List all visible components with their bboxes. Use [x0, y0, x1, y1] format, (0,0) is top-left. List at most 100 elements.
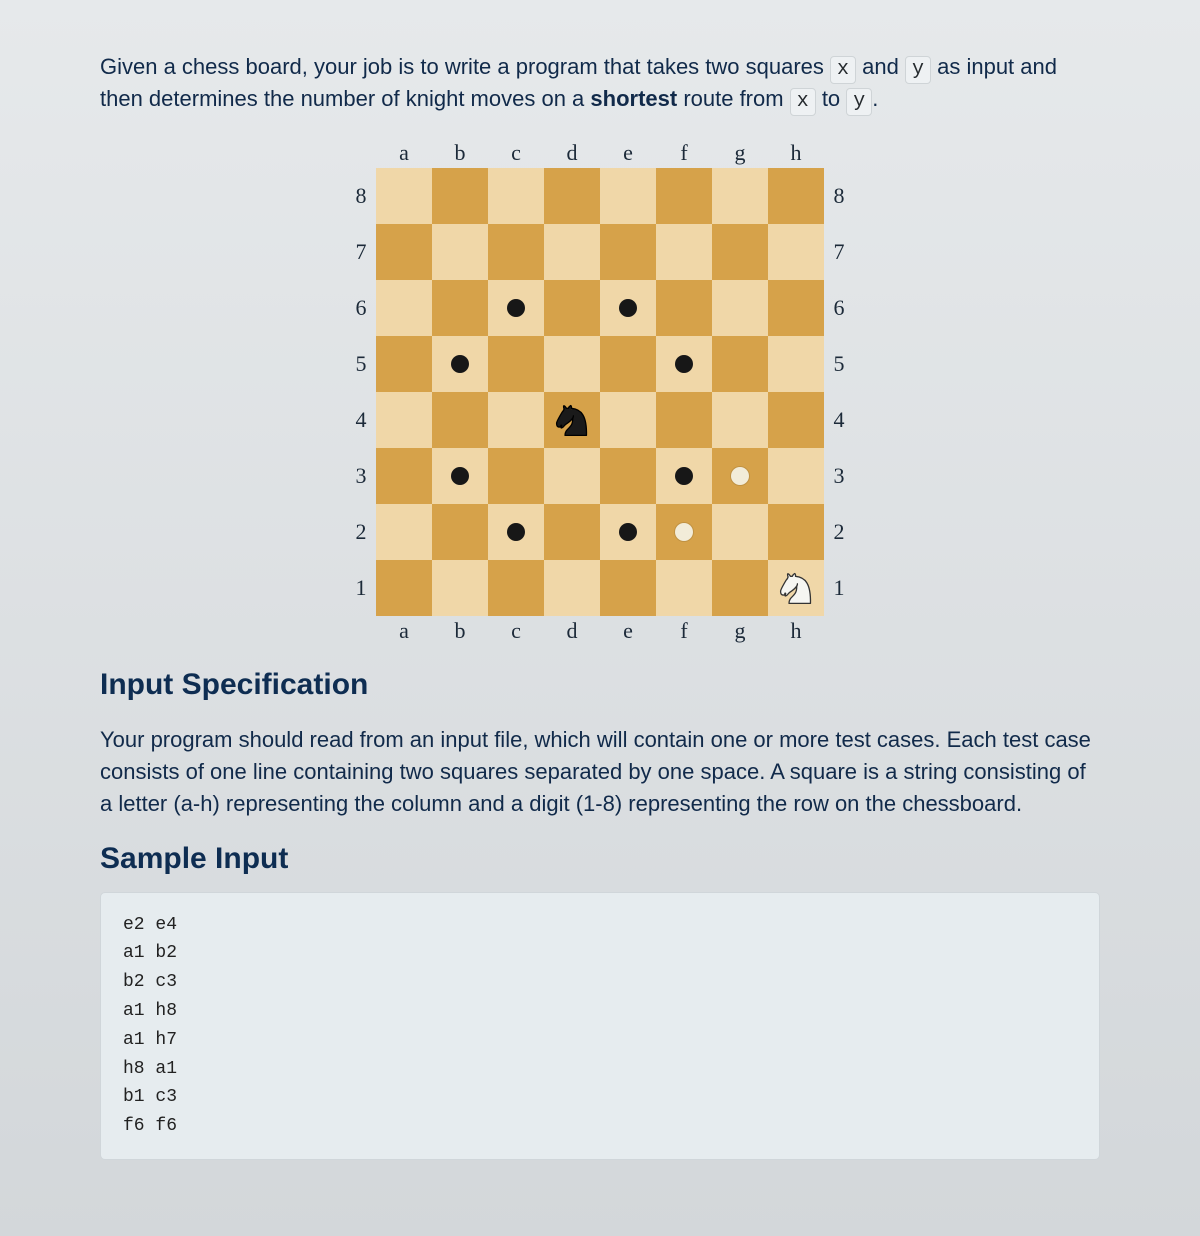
- square-c8: [488, 168, 544, 224]
- square-e7: [600, 224, 656, 280]
- move-dot: [451, 467, 469, 485]
- move-dot: [451, 355, 469, 373]
- rank-label-right: 1: [834, 575, 845, 601]
- rank-label-right: 2: [834, 519, 845, 545]
- square-c5: [488, 336, 544, 392]
- rank-label-right: 3: [834, 463, 845, 489]
- file-label-bottom: e: [623, 618, 633, 644]
- square-b2: [432, 504, 488, 560]
- square-b5: [432, 336, 488, 392]
- rank-label-left: 3: [356, 463, 367, 489]
- square-h2: [768, 504, 824, 560]
- square-e3: [600, 448, 656, 504]
- problem-page: Given a chess board, your job is to writ…: [0, 0, 1200, 1236]
- intro-paragraph: Given a chess board, your job is to writ…: [100, 52, 1100, 116]
- square-h8: [768, 168, 824, 224]
- square-c3: [488, 448, 544, 504]
- rank-label-left: 6: [356, 295, 367, 321]
- file-label-top: h: [791, 140, 802, 166]
- square-g5: [712, 336, 768, 392]
- square-g7: [712, 224, 768, 280]
- square-g6: [712, 280, 768, 336]
- file-label-top: f: [680, 140, 687, 166]
- move-dot: [675, 355, 693, 373]
- square-f3: [656, 448, 712, 504]
- square-f2: [656, 504, 712, 560]
- move-dot: [619, 299, 637, 317]
- file-label-top: d: [567, 140, 578, 166]
- intro-text: and: [856, 54, 905, 79]
- square-a3: [376, 448, 432, 504]
- square-a8: [376, 168, 432, 224]
- square-b7: [432, 224, 488, 280]
- file-label-top: c: [511, 140, 521, 166]
- file-label-bottom: a: [399, 618, 409, 644]
- square-e2: [600, 504, 656, 560]
- square-g2: [712, 504, 768, 560]
- file-label-top: b: [455, 140, 466, 166]
- square-c1: [488, 560, 544, 616]
- square-d2: [544, 504, 600, 560]
- square-g3: [712, 448, 768, 504]
- square-e6: [600, 280, 656, 336]
- file-label-bottom: d: [567, 618, 578, 644]
- file-label-bottom: g: [735, 618, 746, 644]
- square-c2: [488, 504, 544, 560]
- rank-label-left: 1: [356, 575, 367, 601]
- intro-text: Given a chess board, your job is to writ…: [100, 54, 830, 79]
- square-g8: [712, 168, 768, 224]
- square-f5: [656, 336, 712, 392]
- file-label-bottom: h: [791, 618, 802, 644]
- square-d5: [544, 336, 600, 392]
- square-b3: [432, 448, 488, 504]
- intro-text: route from: [677, 86, 789, 111]
- square-e4: [600, 392, 656, 448]
- intro-bold: shortest: [590, 86, 677, 111]
- sample-input-block: e2 e4 a1 b2 b2 c3 a1 h8 a1 h7 h8 a1 b1 c…: [100, 892, 1100, 1160]
- square-a5: [376, 336, 432, 392]
- rank-label-right: 8: [834, 183, 845, 209]
- square-b8: [432, 168, 488, 224]
- square-b4: [432, 392, 488, 448]
- square-h7: [768, 224, 824, 280]
- square-h6: [768, 280, 824, 336]
- code-x: x: [830, 56, 856, 84]
- square-h1: [768, 560, 824, 616]
- rank-label-left: 4: [356, 407, 367, 433]
- square-d3: [544, 448, 600, 504]
- file-label-bottom: b: [455, 618, 466, 644]
- code-y: y: [905, 56, 931, 84]
- square-g1: [712, 560, 768, 616]
- move-dot: [507, 299, 525, 317]
- rank-label-left: 7: [356, 239, 367, 265]
- input-spec-text: Your program should read from an input f…: [100, 724, 1100, 820]
- file-label-bottom: c: [511, 618, 521, 644]
- square-d7: [544, 224, 600, 280]
- square-d4: [544, 392, 600, 448]
- square-g4: [712, 392, 768, 448]
- square-a1: [376, 560, 432, 616]
- square-f7: [656, 224, 712, 280]
- file-label-top: e: [623, 140, 633, 166]
- rank-label-left: 8: [356, 183, 367, 209]
- square-e1: [600, 560, 656, 616]
- white-knight-icon: [775, 567, 817, 609]
- rank-label-right: 4: [834, 407, 845, 433]
- move-dot-light: [675, 523, 693, 541]
- square-b1: [432, 560, 488, 616]
- sample-input-heading: Sample Input: [100, 842, 1100, 876]
- input-spec-heading: Input Specification: [100, 668, 1100, 702]
- move-dot-light: [731, 467, 749, 485]
- square-d1: [544, 560, 600, 616]
- rank-label-right: 7: [834, 239, 845, 265]
- file-label-top: g: [735, 140, 746, 166]
- square-a2: [376, 504, 432, 560]
- rank-label-right: 6: [834, 295, 845, 321]
- rank-label-left: 2: [356, 519, 367, 545]
- square-f1: [656, 560, 712, 616]
- square-f6: [656, 280, 712, 336]
- code-y: y: [846, 88, 872, 116]
- square-e5: [600, 336, 656, 392]
- square-e8: [600, 168, 656, 224]
- file-label-top: a: [399, 140, 409, 166]
